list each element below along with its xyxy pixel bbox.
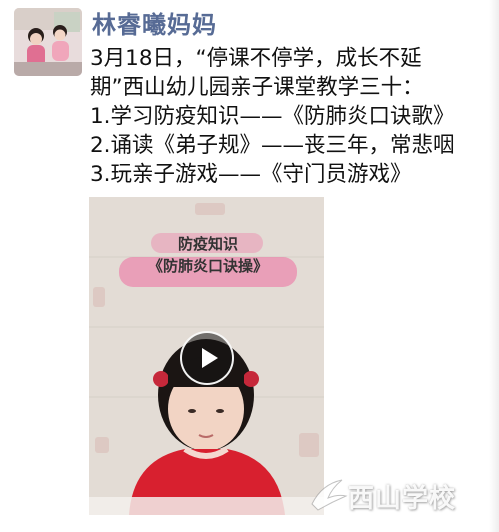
watermark-text: 西山学校 xyxy=(348,484,457,514)
post-text: 3月18日，“停课不停学，成长不延 期”西山幼儿园亲子课堂教学三十： 1.学习防… xyxy=(90,44,486,189)
video-thumbnail[interactable]: 防疫知识 《防肺炎口诀操》 xyxy=(89,197,324,515)
author-name[interactable]: 林睿曦妈妈 xyxy=(92,10,217,40)
post-text-line: 1.学习防疫知识——《防肺炎口诀歌》 xyxy=(90,104,455,129)
avatar-image xyxy=(14,8,82,76)
banner-subtitle: 《防肺炎口诀操》 xyxy=(147,257,268,275)
post-text-line: 期”西山幼儿园亲子课堂教学三十： xyxy=(90,75,424,100)
screen-edge xyxy=(489,0,499,532)
watermark: 西山学校 xyxy=(308,472,488,516)
post-text-line: 2.诵读《弟子规》——丧三年，常悲咽 xyxy=(90,133,455,158)
banner-title: 防疫知识 xyxy=(177,235,238,253)
school-logo-icon xyxy=(311,479,348,511)
post-text-line: 3月18日，“停课不停学，成长不延 xyxy=(90,46,422,71)
video-banner: 防疫知识 《防肺炎口诀操》 xyxy=(119,229,297,293)
play-button[interactable] xyxy=(180,331,234,385)
avatar[interactable] xyxy=(14,8,82,76)
moments-post: 林睿曦妈妈 3月18日，“停课不停学，成长不延 期”西山幼儿园亲子课堂教学三十：… xyxy=(0,0,499,532)
post-text-line: 3.玩亲子游戏——《守门员游戏》 xyxy=(90,162,412,187)
play-icon xyxy=(202,348,218,368)
